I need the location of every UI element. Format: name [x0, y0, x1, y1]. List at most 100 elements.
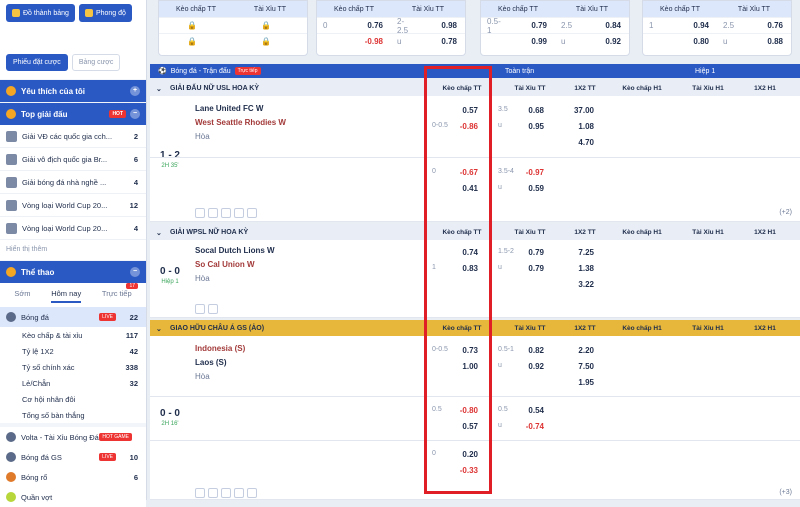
odds-value[interactable]: 2.20 — [562, 346, 594, 355]
sub-market[interactable]: Cơ hội nhân đôi — [0, 391, 146, 407]
tv-icon[interactable] — [234, 488, 244, 498]
chevron-down-icon[interactable]: ⌄ — [156, 85, 162, 93]
sport-volta[interactable]: Volta - Tài Xỉu Bóng Đá HOT GAME — [0, 427, 146, 447]
odds-row[interactable]: 0 0.76 2-2.5 0.98 — [317, 17, 465, 35]
odds-value[interactable]: 0.83 — [450, 264, 478, 273]
soccer-ball-icon: ⚽ — [158, 68, 167, 75]
away-team[interactable]: West Seattle Rhodies W — [195, 118, 286, 127]
more-markets-link[interactable]: (+2) — [779, 209, 792, 216]
sport-football-gs[interactable]: Bóng đá GS LIVE 10 — [0, 447, 146, 467]
odds-value[interactable]: 1.00 — [450, 362, 478, 371]
odds-value[interactable]: 1.95 — [562, 378, 594, 387]
odds-value[interactable]: 0.79 — [516, 264, 544, 273]
tab-betslip[interactable]: Phiếu đặt cược — [6, 54, 68, 71]
odds-value[interactable]: -0.67 — [450, 168, 478, 177]
odds-value[interactable]: 0.59 — [516, 184, 544, 193]
sport-football[interactable]: Bóng đá LIVE 22 — [0, 307, 146, 327]
tab-early[interactable]: Sớm — [14, 289, 30, 303]
chevron-down-icon[interactable]: ⌄ — [156, 229, 162, 237]
odds-row[interactable]: 0.80 u 0.88 — [643, 33, 791, 49]
fire-icon[interactable] — [247, 208, 257, 218]
odds-value[interactable]: 0.20 — [450, 450, 478, 459]
star-icon[interactable] — [195, 208, 205, 218]
sidebar-league[interactable]: Giải vô địch quốc gia Br... 6 — [0, 148, 146, 171]
odds-value[interactable]: 0.79 — [516, 248, 544, 257]
odds-row[interactable]: 0.5-1 0.79 2.5 0.84 — [481, 17, 629, 35]
tv-icon[interactable] — [234, 208, 244, 218]
odds-row[interactable]: 1 0.94 2.5 0.76 — [643, 17, 791, 33]
league-icon — [6, 199, 17, 211]
star-icon[interactable] — [195, 488, 205, 498]
chart-icon[interactable] — [221, 208, 231, 218]
sidebar-league[interactable]: Vòng loại World Cup 20... 4 — [0, 217, 146, 240]
tab-bet-list[interactable]: Bảng cược — [71, 54, 121, 71]
odds-value[interactable]: 0.57 — [450, 106, 478, 115]
odds-value[interactable]: 0.95 — [516, 122, 544, 131]
odds-value[interactable]: 0.82 — [516, 346, 544, 355]
stats-icon[interactable] — [208, 208, 218, 218]
odds-value[interactable]: 0.74 — [450, 248, 478, 257]
tab-live[interactable]: Trực tiếp — [102, 289, 132, 303]
odds-value[interactable]: 0.41 — [450, 184, 478, 193]
odds-value[interactable]: 0.57 — [450, 422, 478, 431]
odds-value[interactable]: 7.25 — [562, 248, 594, 257]
odds-value[interactable]: -0.33 — [450, 466, 478, 475]
odds-value[interactable]: 4.70 — [562, 138, 594, 147]
odds-value[interactable]: -0.86 — [450, 122, 478, 131]
sidebar-league[interactable]: Vòng loại World Cup 20... 12 — [0, 194, 146, 217]
odds-value[interactable]: 0.68 — [516, 106, 544, 115]
home-team[interactable]: Indonesia (S) — [195, 344, 245, 353]
show-more-link[interactable]: Hiển thị thêm — [0, 240, 146, 260]
odds-value[interactable]: 37.00 — [562, 106, 594, 115]
standings-button[interactable]: Đồ thành bảng — [6, 4, 75, 22]
day-tabs: Sớm Hôm nay Trực tiếp 17 — [0, 283, 146, 307]
favorites-header[interactable]: Yêu thích của tôi + — [0, 80, 146, 102]
odds-row[interactable]: -0.98 u 0.78 — [317, 33, 465, 49]
more-markets-link[interactable]: (+3) — [779, 489, 792, 496]
sub-market[interactable]: Tỷ số chính xác 338 — [0, 359, 146, 375]
collapse-icon[interactable]: − — [130, 109, 140, 119]
lock-icon: 🔒 — [187, 21, 197, 30]
stats-icon[interactable] — [208, 488, 218, 498]
sidebar-league[interactable]: Giải VĐ các quốc gia cch... 2 — [0, 125, 146, 148]
plus-icon[interactable]: + — [130, 86, 140, 96]
away-team[interactable]: Laos (S) — [195, 358, 227, 367]
away-team[interactable]: So Cal Union W — [195, 260, 255, 269]
stats-icon[interactable] — [208, 304, 218, 314]
league-header[interactable]: ⌄ GIẢI WPSL NỮ HOA KỲ Kèo chấp TT Tài Xỉu… — [150, 224, 800, 240]
sidebar-league[interactable]: Giải bóng đá nhà nghề ... 4 — [0, 171, 146, 194]
sub-market[interactable]: Lẻ/Chẵn 32 — [0, 375, 146, 391]
odds-value[interactable]: 0.54 — [516, 406, 544, 415]
odds-value[interactable]: 1.38 — [562, 264, 594, 273]
home-team[interactable]: Socal Dutch Lions W — [195, 246, 275, 255]
sub-market[interactable]: Tổng số bàn thắng — [0, 407, 146, 423]
top-leagues-header[interactable]: Top giải đấu HOT − — [0, 103, 146, 125]
sub-market[interactable]: Kèo chấp & tài xỉu 117 — [0, 327, 146, 343]
tab-today[interactable]: Hôm nay — [51, 289, 82, 303]
star-icon[interactable] — [195, 304, 205, 314]
odds-value[interactable]: 0.92 — [516, 362, 544, 371]
home-team[interactable]: Lane United FC W — [195, 104, 263, 113]
main-content: Kèo chấp TT Tài Xỉu TT 🔒 🔒 🔒 🔒 Kèo chấp TT T… — [150, 0, 800, 500]
sport-tennis[interactable]: Quần vợt — [0, 487, 146, 507]
live-badge: Trực tiếp — [234, 67, 261, 75]
collapse-icon[interactable]: − — [130, 267, 140, 277]
odds-value[interactable]: -0.80 — [450, 406, 478, 415]
league-header[interactable]: ⌄ GIAO HỮU CHÂU Á GS (ẢO) Kèo chấp TT Tài… — [150, 320, 800, 336]
odds-row[interactable]: 0.99 u 0.92 — [481, 33, 629, 49]
odds-value[interactable]: 0.73 — [450, 346, 478, 355]
sport-basketball[interactable]: Bóng rổ 6 — [0, 467, 146, 487]
odds-value[interactable]: -0.74 — [516, 422, 544, 431]
form-button[interactable]: Phong độ — [78, 4, 132, 22]
odds-value[interactable]: 7.50 — [562, 362, 594, 371]
odds-value[interactable]: 1.08 — [562, 122, 594, 131]
sub-market[interactable]: Tỷ lệ 1X2 42 — [0, 343, 146, 359]
odds-value[interactable]: 3.22 — [562, 280, 594, 289]
sports-header[interactable]: Thể thao − — [0, 261, 146, 283]
chart-icon[interactable] — [221, 488, 231, 498]
odds-value[interactable]: -0.97 — [516, 168, 544, 177]
league-header[interactable]: ⌄ GIẢI ĐẤU NỮ USL HOA KỲ Kèo chấp TT Tài … — [150, 80, 800, 96]
chevron-down-icon[interactable]: ⌄ — [156, 325, 162, 333]
fire-icon[interactable] — [247, 488, 257, 498]
top-cards: Kèo chấp TT Tài Xỉu TT 🔒 🔒 🔒 🔒 Kèo chấp TT T… — [150, 0, 800, 62]
